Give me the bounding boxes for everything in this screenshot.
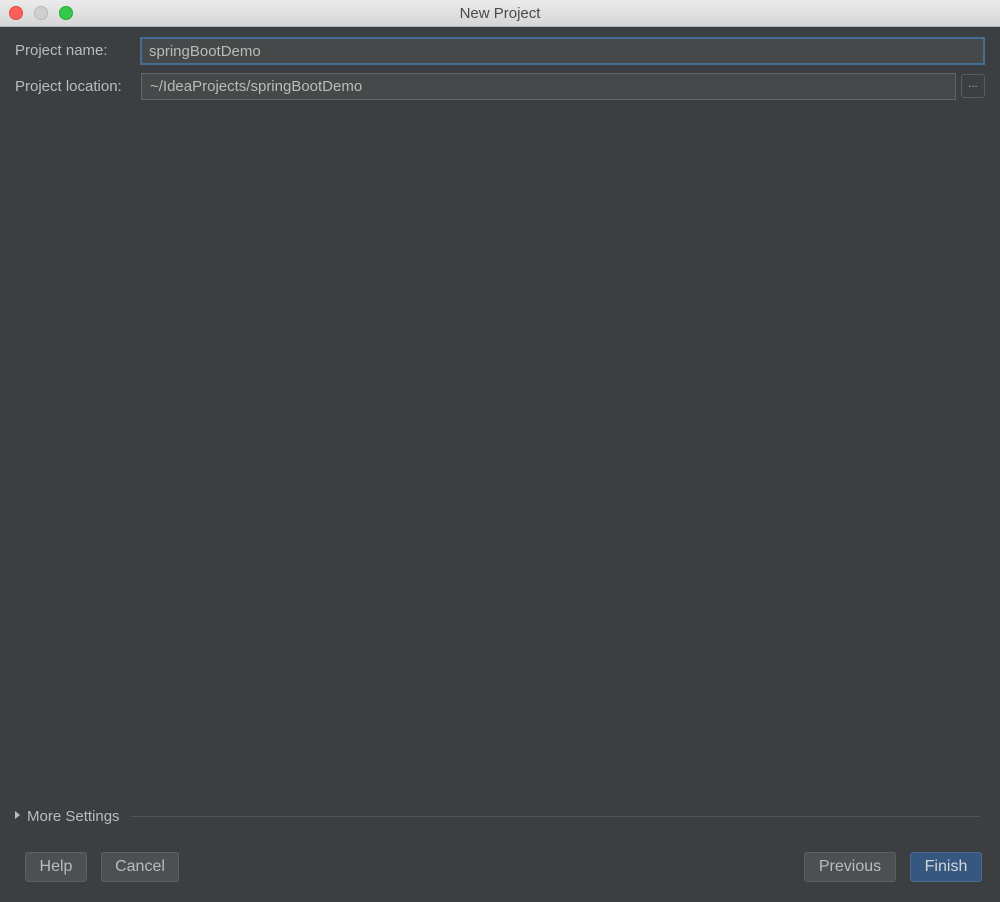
- project-location-label: Project location:: [15, 78, 122, 95]
- more-settings-toggle[interactable]: More Settings: [15, 808, 120, 825]
- more-settings-label: More Settings: [27, 808, 120, 825]
- project-name-label: Project name:: [15, 42, 108, 59]
- expand-triangle-icon: [15, 811, 20, 820]
- project-location-input[interactable]: [141, 73, 956, 100]
- more-settings-divider: [131, 816, 980, 817]
- previous-button[interactable]: Previous: [804, 852, 896, 882]
- help-button[interactable]: Help: [25, 852, 87, 882]
- browse-location-button[interactable]: ...: [961, 74, 985, 98]
- window-title: New Project: [459, 5, 541, 22]
- finish-button[interactable]: Finish: [910, 852, 982, 882]
- project-name-input[interactable]: [140, 37, 985, 65]
- cancel-button[interactable]: Cancel: [101, 852, 179, 882]
- title-bar: New Project: [0, 0, 1000, 27]
